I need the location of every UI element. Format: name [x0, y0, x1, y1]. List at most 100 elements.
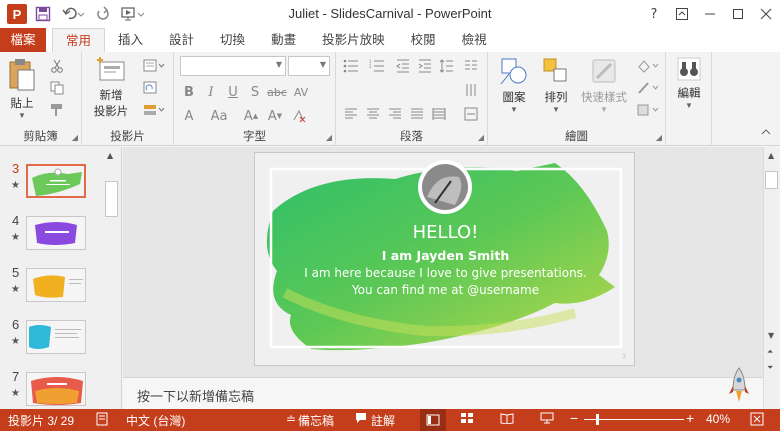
tab-file[interactable]: 檔案 — [0, 28, 46, 52]
comments-icon[interactable] — [355, 412, 367, 427]
notes-pane[interactable]: 按一下以新增備忘稿 — [123, 367, 763, 409]
reset-icon[interactable] — [140, 78, 168, 98]
editing-button[interactable]: 編輯 ▼ — [670, 56, 708, 110]
slide-thumbnail[interactable] — [26, 164, 86, 198]
shrink-font-icon[interactable]: A ▼ — [264, 106, 286, 126]
quick-styles-icon — [578, 56, 630, 89]
change-case-icon[interactable]: Aa — [204, 106, 234, 126]
section-icon[interactable] — [140, 100, 168, 120]
strikethrough-icon[interactable]: abc — [266, 82, 288, 102]
underline-icon[interactable]: U — [222, 82, 244, 102]
start-from-beginning-icon[interactable] — [116, 1, 150, 27]
maximize-icon[interactable] — [724, 0, 752, 28]
notes-icon[interactable]: ≐ — [286, 412, 296, 426]
italic-icon[interactable]: I — [200, 82, 222, 102]
slide-thumbnail[interactable] — [26, 320, 86, 354]
scrollbar-thumb[interactable] — [765, 171, 778, 189]
zoom-out-icon[interactable]: − — [570, 410, 578, 426]
quick-styles-button[interactable]: 快速樣式 ▼ — [578, 56, 630, 114]
arrange-label: 排列 — [544, 92, 568, 104]
comments-button[interactable]: 註解 — [371, 412, 395, 429]
slide-thumbnail[interactable] — [26, 372, 86, 406]
clipboard-launcher-icon[interactable]: ◢ — [72, 133, 78, 142]
numbering-icon[interactable]: 12 — [366, 56, 388, 76]
editor-vertical-scrollbar[interactable]: ▲ ▼ ⏶ ⏷ — [763, 147, 780, 409]
distributed-icon[interactable] — [428, 104, 450, 124]
decrease-indent-icon[interactable] — [392, 56, 414, 76]
normal-view-icon[interactable] — [420, 409, 446, 431]
align-right-icon[interactable] — [384, 104, 406, 124]
arrange-button[interactable]: 排列 ▼ — [536, 56, 576, 114]
tab-slide-show[interactable]: 投影片放映 — [309, 28, 398, 52]
undo-icon[interactable] — [56, 1, 90, 27]
bullets-icon[interactable] — [340, 56, 362, 76]
tab-home[interactable]: 常用 — [52, 28, 106, 52]
help-icon[interactable]: ? — [640, 0, 668, 28]
notes-button[interactable]: 備忘稿 — [298, 412, 334, 429]
tab-review[interactable]: 校閱 — [398, 28, 449, 52]
shape-outline-icon[interactable] — [634, 78, 662, 98]
title-bar: P Juliet - SlidesCarnival - PowerPoint ? — [0, 0, 780, 28]
text-direction-icon[interactable] — [460, 80, 482, 100]
collapse-ribbon-icon[interactable] — [755, 122, 777, 142]
grow-font-icon[interactable]: A ▲ — [240, 106, 262, 126]
character-spacing-icon[interactable]: AV — [290, 82, 312, 102]
previous-slide-icon[interactable]: ⏶ — [767, 347, 773, 357]
new-slide-button[interactable]: 新增 投影片 — [86, 56, 136, 119]
tab-insert[interactable]: 插入 — [105, 28, 156, 52]
slide-thumbnail[interactable] — [26, 268, 86, 302]
align-text-icon[interactable] — [460, 104, 482, 124]
justify-icon[interactable] — [406, 104, 428, 124]
paragraph-launcher-icon[interactable]: ◢ — [478, 133, 484, 142]
clear-formatting-icon[interactable] — [288, 106, 310, 126]
font-size-combo[interactable]: ▼ — [288, 56, 330, 76]
spell-check-icon[interactable] — [96, 412, 110, 429]
shapes-button[interactable]: 圖案 ▼ — [494, 56, 534, 114]
language-indicator[interactable]: 中文 (台灣) — [126, 412, 185, 429]
shape-fill-icon[interactable] — [634, 56, 662, 76]
slide-sorter-view-icon[interactable] — [460, 412, 474, 427]
slide-thumbnail[interactable] — [26, 216, 86, 250]
zoom-slider-handle[interactable] — [596, 414, 599, 425]
scrollbar-thumb[interactable] — [105, 181, 118, 217]
next-slide-icon[interactable]: ⏷ — [767, 363, 773, 373]
layout-icon[interactable] — [140, 56, 168, 76]
shadow-icon[interactable]: S — [244, 82, 266, 102]
shape-effects-icon[interactable] — [634, 100, 662, 120]
columns-icon[interactable] — [460, 56, 482, 76]
tab-view[interactable]: 檢視 — [449, 28, 500, 52]
zoom-level[interactable]: 40% — [706, 412, 730, 426]
line-spacing-icon[interactable] — [436, 56, 458, 76]
font-launcher-icon[interactable]: ◢ — [326, 133, 332, 142]
current-slide[interactable]: HELLO! I am Jayden Smith I am here becau… — [254, 152, 635, 366]
tab-design[interactable]: 設計 — [156, 28, 207, 52]
format-painter-icon[interactable] — [46, 100, 68, 120]
reading-view-icon[interactable] — [500, 412, 514, 427]
minimize-icon[interactable] — [696, 0, 724, 28]
scroll-up-icon[interactable]: ▲ — [107, 151, 113, 160]
slide-show-view-icon[interactable] — [540, 412, 554, 427]
save-icon[interactable] — [30, 1, 56, 27]
fit-slide-icon[interactable] — [750, 412, 764, 429]
scroll-up-icon[interactable]: ▲ — [768, 151, 774, 160]
copy-icon[interactable] — [46, 78, 68, 98]
align-left-icon[interactable] — [340, 104, 362, 124]
font-name-combo[interactable]: ▼ — [180, 56, 286, 76]
increase-indent-icon[interactable] — [414, 56, 436, 76]
tab-animations[interactable]: 動畫 — [258, 28, 309, 52]
paste-button[interactable]: 貼上 ▼ — [4, 58, 40, 120]
redo-icon[interactable] — [90, 1, 116, 27]
ribbon-display-options-icon[interactable] — [668, 0, 696, 28]
bold-icon[interactable]: B — [178, 82, 200, 102]
close-icon[interactable] — [752, 0, 780, 28]
zoom-in-icon[interactable]: + — [686, 410, 694, 426]
scroll-down-icon[interactable]: ▼ — [768, 331, 774, 340]
tab-transitions[interactable]: 切換 — [207, 28, 258, 52]
cut-icon[interactable] — [46, 56, 68, 76]
drawing-launcher-icon[interactable]: ◢ — [656, 133, 662, 142]
zoom-slider[interactable] — [584, 419, 684, 420]
align-center-icon[interactable] — [362, 104, 384, 124]
thumbnail-scrollbar[interactable]: ▲ — [103, 147, 121, 409]
font-color-icon[interactable]: A — [178, 106, 200, 126]
arrange-icon — [536, 56, 576, 89]
